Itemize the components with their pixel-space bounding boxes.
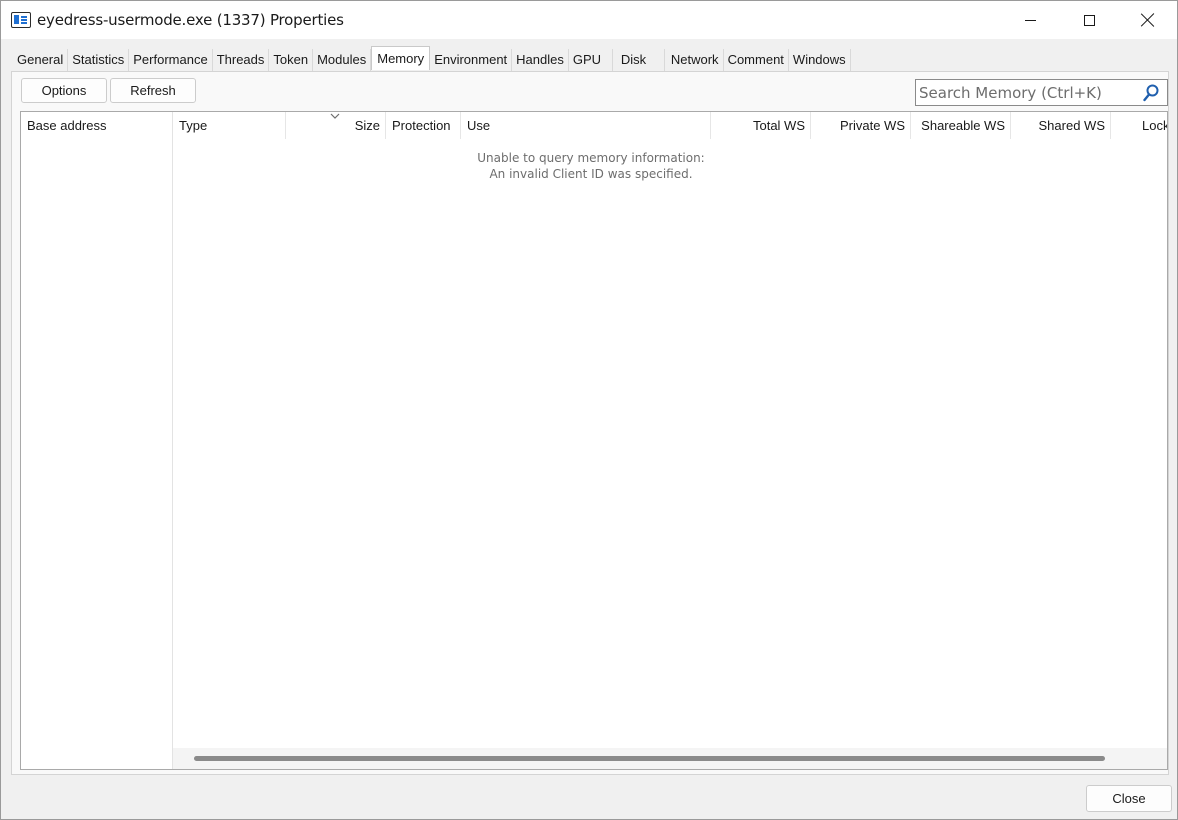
tab-environment[interactable]: Environment (430, 49, 513, 71)
tab-handles[interactable]: Handles (512, 49, 569, 71)
column-header-locked[interactable]: Lock (1111, 112, 1167, 139)
scrollbar-thumb[interactable] (194, 756, 1105, 761)
empty-state-message: Unable to query memory information: An i… (173, 150, 1009, 182)
horizontal-scrollbar[interactable] (173, 748, 1167, 769)
column-header-type[interactable]: Type (173, 112, 286, 139)
column-header-shareable-ws[interactable]: Shareable WS (911, 112, 1011, 139)
tab-comment[interactable]: Comment (723, 49, 789, 71)
minimize-button[interactable] (1001, 1, 1059, 39)
options-button[interactable]: Options (21, 78, 107, 103)
column-header-shared-ws[interactable]: Shared WS (1011, 112, 1111, 139)
maximize-button[interactable] (1060, 1, 1118, 39)
tab-statistics[interactable]: Statistics (68, 49, 130, 71)
tab-performance[interactable]: Performance (129, 49, 213, 71)
column-header-base-address[interactable]: Base address (21, 112, 173, 139)
tab-modules[interactable]: Modules (313, 49, 372, 71)
refresh-button[interactable]: Refresh (110, 78, 196, 103)
tab-network[interactable]: Network (664, 49, 724, 71)
column-header-total-ws[interactable]: Total WS (711, 112, 811, 139)
minimize-icon (1024, 19, 1036, 21)
search-icon[interactable] (1143, 84, 1159, 102)
title-bar[interactable]: eyedress-usermode.exe (1337) Properties (1, 1, 1177, 39)
tab-disk[interactable]: Disk (612, 49, 665, 71)
search-input[interactable] (919, 82, 1141, 103)
chevron-down-icon (330, 113, 340, 119)
error-message-line-1: Unable to query memory information: (477, 151, 705, 165)
error-message-line-2: An invalid Client ID was specified. (489, 167, 693, 181)
tab-memory[interactable]: Memory (371, 46, 431, 70)
properties-window: eyedress-usermode.exe (1337) Properties … (0, 0, 1178, 820)
column-header-private-ws[interactable]: Private WS (811, 112, 911, 139)
tab-strip: General Statistics Performance Threads T… (13, 46, 851, 71)
column-header-use[interactable]: Use (461, 112, 711, 139)
tab-general[interactable]: General (13, 49, 69, 71)
close-window-button[interactable] (1119, 1, 1177, 39)
base-address-column: Base address (21, 112, 173, 769)
close-icon (1141, 13, 1155, 27)
memory-table[interactable]: Base address Type Size Protection Use To… (20, 111, 1168, 770)
tab-windows[interactable]: Windows (788, 49, 851, 71)
app-icon (11, 12, 31, 28)
tab-gpu[interactable]: GPU (568, 49, 613, 71)
column-header-protection[interactable]: Protection (386, 112, 461, 139)
tab-token[interactable]: Token (269, 49, 314, 71)
window-title: eyedress-usermode.exe (1337) Properties (37, 11, 344, 29)
tab-threads[interactable]: Threads (212, 49, 270, 71)
maximize-icon (1083, 14, 1095, 26)
close-button[interactable]: Close (1086, 785, 1172, 812)
memory-tab-panel: Options Refresh Base address Type Size P… (11, 71, 1169, 775)
search-box[interactable] (915, 79, 1168, 106)
